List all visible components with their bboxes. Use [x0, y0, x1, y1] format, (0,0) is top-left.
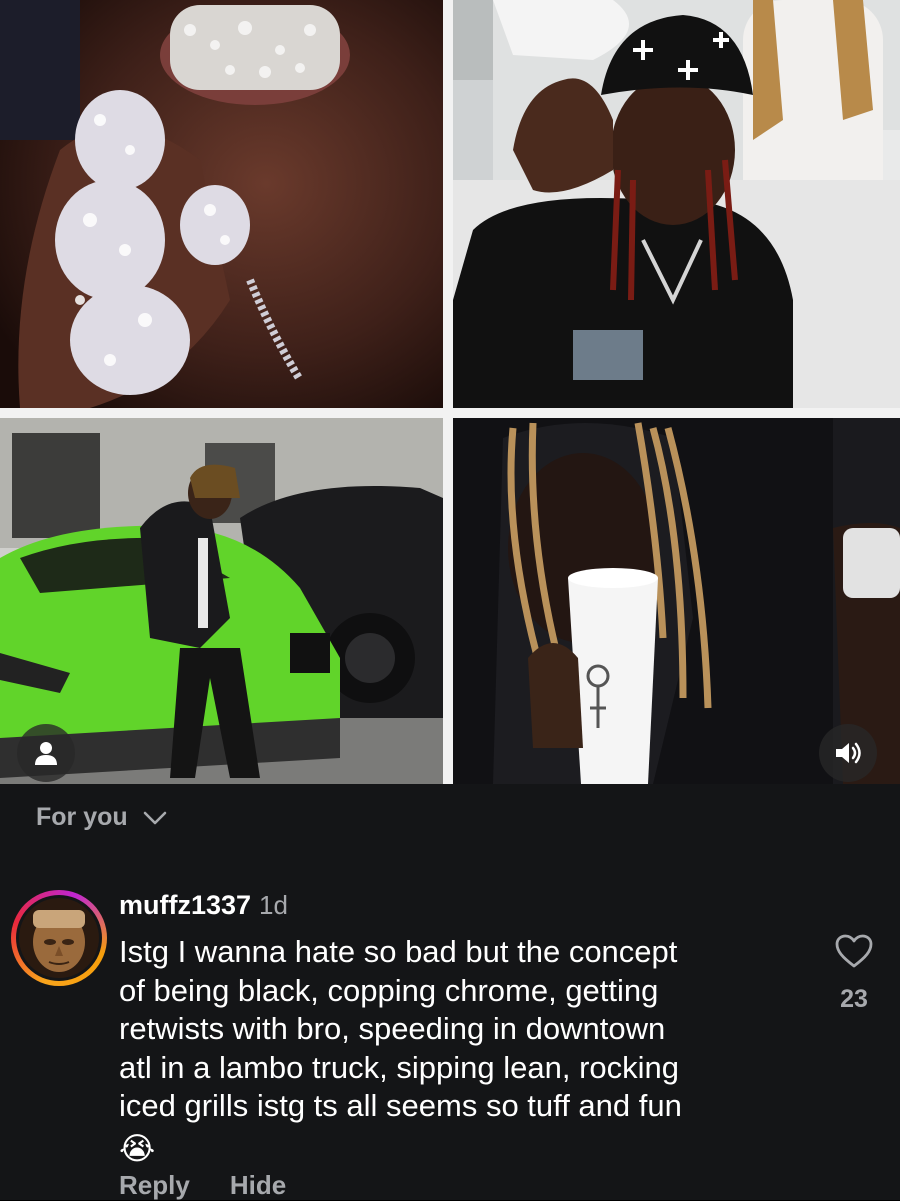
comment-timestamp: 1d	[259, 890, 288, 920]
comment-body: Istg I wanna hate so bad but the concept…	[119, 933, 799, 1168]
crying-emoji: 😭	[119, 1130, 156, 1166]
media-grid	[0, 0, 900, 784]
comment-line: atl in a lambo truck, sipping lean, rock…	[119, 1049, 680, 1085]
reply-button[interactable]: Reply	[119, 1170, 190, 1201]
sound-button[interactable]	[819, 724, 877, 782]
speaker-icon	[836, 742, 861, 764]
avatar-image-frame	[16, 895, 102, 981]
comment-line: retwists with bro, speeding in downtown	[119, 1011, 666, 1046]
photo-grills-and-rings[interactable]	[0, 0, 443, 408]
feed-label: For you	[36, 803, 128, 831]
profile-button[interactable]	[17, 724, 75, 782]
avatar[interactable]	[11, 890, 107, 986]
comment-line: iced grills istg ts all seems so tuff an…	[119, 1088, 682, 1123]
feed-selector[interactable]: For you	[36, 803, 168, 832]
like-count: 23	[840, 985, 868, 1013]
comment-username[interactable]: muffz1337	[119, 890, 251, 921]
comment-line: Istg I wanna hate so bad but the concept	[119, 934, 678, 969]
chevron-down-icon	[143, 811, 166, 824]
like-area: 23	[826, 933, 882, 1014]
comment-actions: Reply Hide	[119, 1170, 286, 1201]
comment-line: of being black, copping chrome, getting	[119, 972, 659, 1008]
person-icon	[35, 742, 57, 765]
hide-button[interactable]: Hide	[230, 1170, 286, 1201]
photo-green-lambo[interactable]	[0, 418, 443, 784]
avatar-image	[19, 898, 99, 978]
photo-beanie-pose[interactable]	[453, 0, 900, 408]
comment-header: muffz1337 1d	[119, 890, 288, 921]
heart-icon[interactable]	[834, 933, 874, 969]
